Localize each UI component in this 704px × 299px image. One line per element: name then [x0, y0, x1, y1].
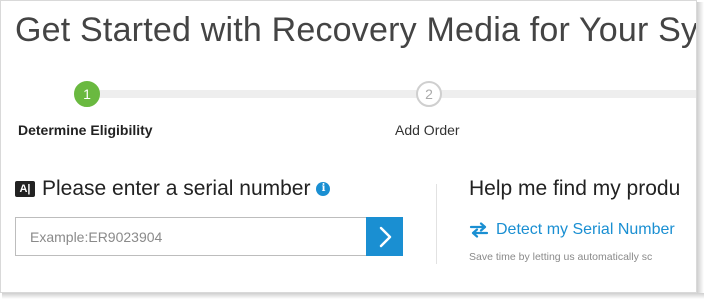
- chevron-right-icon: [379, 226, 391, 247]
- keyboard-icon: A|: [15, 181, 35, 197]
- detect-serial-label: Detect my Serial Number: [496, 221, 675, 238]
- help-note: Save time by letting us automatically sc: [469, 251, 653, 263]
- step-1-indicator: 1: [74, 81, 100, 107]
- page-frame: Get Started with Recovery Media for Your…: [0, 0, 697, 293]
- step-2-indicator: 2: [416, 81, 442, 107]
- frame-shadow-right: [697, 2, 704, 299]
- serial-title: Please enter a serial number: [42, 177, 311, 200]
- progress-track: [87, 90, 696, 98]
- page-title: Get Started with Recovery Media for Your…: [15, 11, 697, 49]
- swap-arrows-icon: [469, 222, 489, 238]
- serial-heading: A| Please enter a serial number i: [15, 177, 331, 201]
- frame-shadow-bottom: [2, 293, 704, 299]
- detect-serial-link[interactable]: Detect my Serial Number: [469, 221, 675, 239]
- help-title: Help me find my produ: [469, 177, 681, 200]
- info-icon[interactable]: i: [316, 182, 331, 196]
- step-2-label: Add Order: [395, 122, 460, 138]
- serial-number-input[interactable]: [15, 217, 366, 256]
- column-divider: [436, 184, 437, 264]
- submit-serial-button[interactable]: [366, 217, 403, 256]
- step-1-label: Determine Eligibility: [18, 122, 153, 138]
